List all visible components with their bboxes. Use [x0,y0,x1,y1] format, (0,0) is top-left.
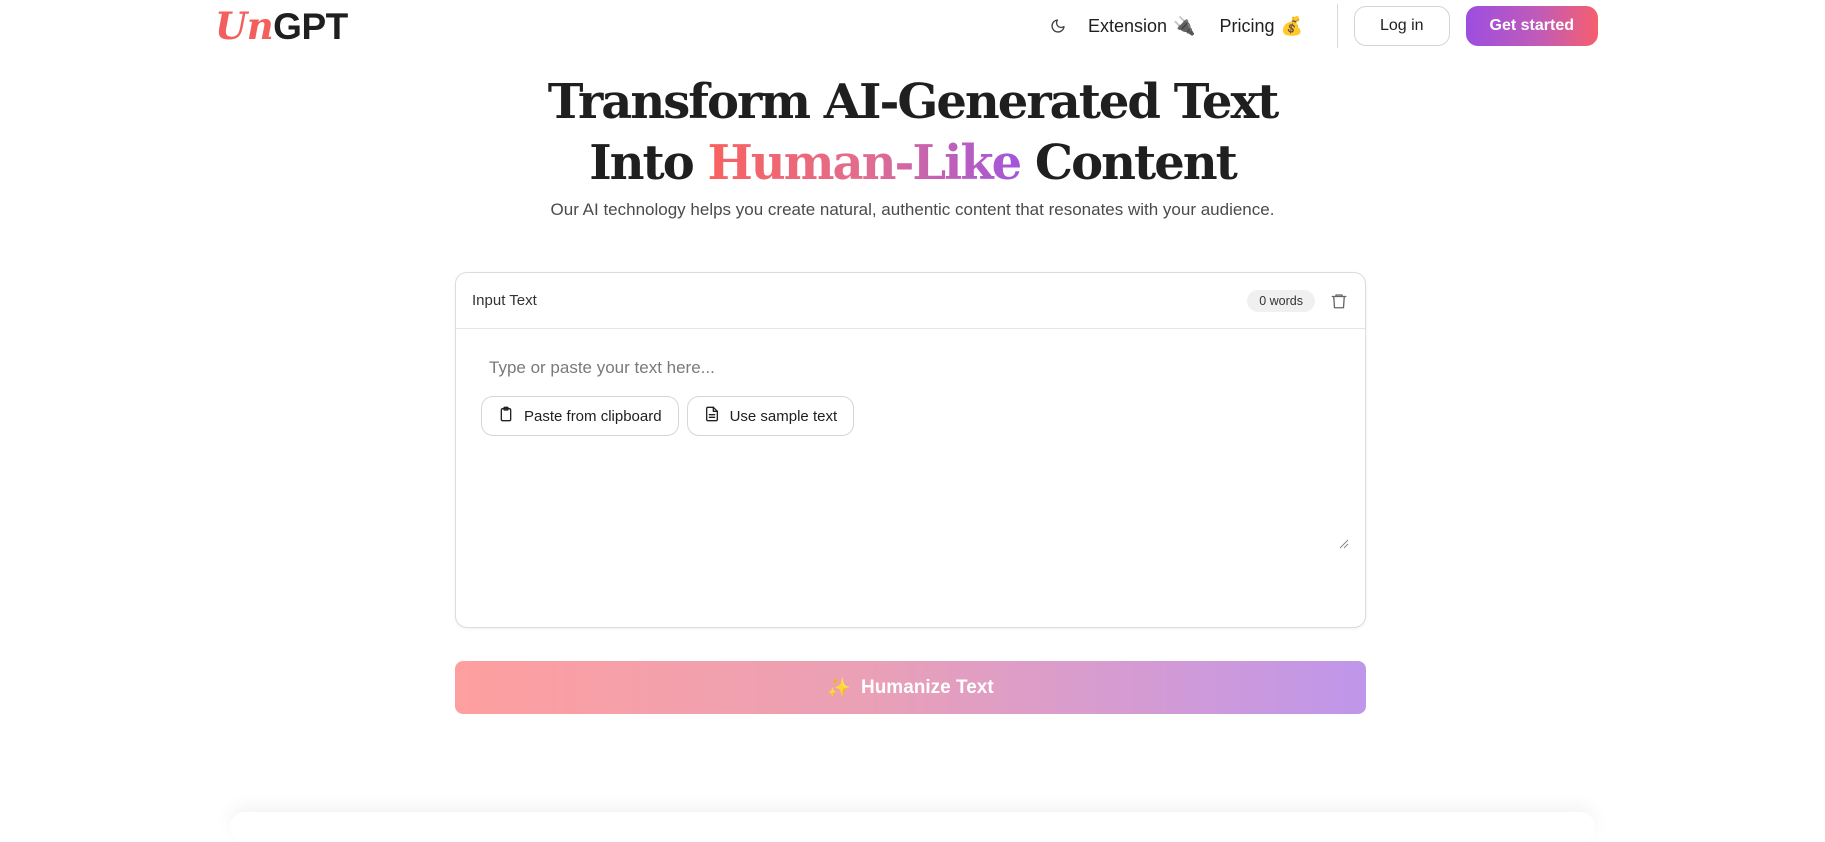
plug-icon: 🔌 [1173,15,1196,36]
humanize-text-button[interactable]: ✨ Humanize Text [455,661,1366,714]
resize-handle-icon[interactable] [1339,536,1349,549]
nav-link-extension[interactable]: Extension 🔌 [1088,16,1195,37]
word-count-badge: 0 words [1247,289,1315,312]
use-sample-text-button[interactable]: Use sample text [686,396,855,436]
extension-label: Extension [1088,15,1168,36]
pricing-label: Pricing [1219,15,1275,36]
logo-un: Un [215,4,274,48]
text-input-area[interactable]: Type or paste your text here... Paste fr… [456,330,1365,570]
sparkles-icon: ✨ [827,677,851,699]
logo-gpt: GPT [273,6,348,47]
paste-label: Paste from clipboard [524,407,662,425]
sample-label: Use sample text [729,407,838,425]
input-card: Input Text 0 words Type or paste your te… [455,272,1366,628]
text-input-placeholder: Type or paste your text here... [489,358,715,377]
clipboard-icon [498,406,514,426]
page-subtitle: Our AI technology helps you create natur… [550,200,1275,219]
bottom-section-edge [230,812,1595,842]
title-line-1: Transform AI-Generated Text [547,74,1279,130]
input-label: Input Text [472,292,537,309]
input-card-header: Input Text 0 words [456,273,1365,329]
title-prefix: Into [589,135,708,191]
trash-icon[interactable] [1329,291,1349,311]
nav-actions: Extension 🔌 Pricing 💰 Log in Get started [1046,4,1598,48]
nav-divider [1336,4,1338,48]
get-started-button[interactable]: Get started [1465,6,1598,46]
input-actions: Paste from clipboard Use sample text [481,396,855,436]
nav-link-pricing[interactable]: Pricing 💰 [1219,16,1302,37]
paste-from-clipboard-button[interactable]: Paste from clipboard [481,396,679,436]
logo[interactable]: UnGPT [215,6,348,47]
page-title: Transform AI-Generated Text Into Human-L… [0,72,1825,194]
login-button[interactable]: Log in [1353,6,1450,46]
moon-icon[interactable] [1046,14,1070,38]
title-suffix: Content [1020,135,1238,191]
title-highlight: Human-Like [707,135,1022,191]
top-navigation: UnGPT Extension 🔌 Pricing 💰 Log in Get s… [0,0,1825,52]
document-icon [704,406,720,426]
humanize-label: Humanize Text [860,676,994,698]
money-bag-icon: 💰 [1280,15,1303,36]
